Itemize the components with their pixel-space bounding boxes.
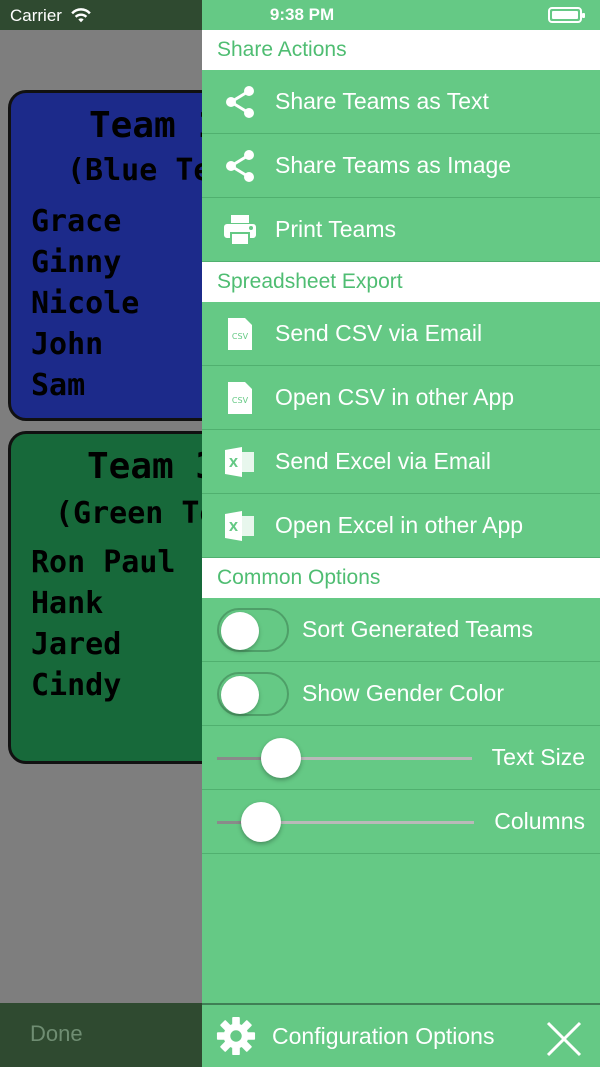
slider-label: Columns [494,808,585,834]
team-member: Jared [31,627,122,662]
bottom-toolbar-left: Done [0,1003,202,1067]
section-header-share: Share Actions [202,30,600,70]
close-icon[interactable] [544,1019,584,1059]
row-label: Open Excel in other App [275,512,524,538]
share-text-row[interactable]: Share Teams as Text [202,70,600,134]
row-label: Share Teams as Text [275,88,489,114]
share-icon [220,82,260,122]
columns-slider[interactable] [217,802,474,842]
team-member: Ron Paul [31,545,176,580]
team-member: John [31,327,104,362]
sort-teams-row: Sort Generated Teams [202,598,600,662]
open-excel-app-row[interactable]: X Open Excel in other App [202,494,600,558]
send-csv-email-row[interactable]: CSV Send CSV via Email [202,302,600,366]
svg-text:X: X [229,456,239,470]
team-member-list: Grace Ginny Nicole John Sam [31,201,139,406]
row-label: Open CSV in other App [275,384,515,410]
text-size-slider[interactable] [217,738,472,778]
status-time: 9:38 PM [269,5,335,24]
row-label: Send CSV via Email [275,320,483,346]
share-icon [220,146,260,186]
team-member: Sam [31,368,86,403]
carrier-label: Carrier [10,6,62,25]
section-header-common: Common Options [202,558,600,598]
excel-file-icon: X [220,506,260,546]
csv-file-icon: CSV [220,378,260,418]
toggle-label: Show Gender Color [302,680,504,706]
open-csv-app-row[interactable]: CSV Open CSV in other App [202,366,600,430]
send-excel-email-row[interactable]: X Send Excel via Email [202,430,600,494]
slider-thumb[interactable] [260,738,301,778]
team-member: Hank [31,586,104,621]
text-size-row: Text Size [202,726,600,790]
slider-thumb[interactable] [240,802,281,842]
print-teams-row[interactable]: Print Teams [202,198,600,262]
team-title: Team 3 [87,446,218,487]
csv-file-icon: CSV [220,314,260,354]
configuration-options-label: Configuration Options [272,1022,495,1049]
sort-teams-toggle[interactable] [217,607,289,652]
team-member: Grace [31,204,122,239]
status-bar-left: Carrier [0,0,202,30]
excel-file-icon: X [220,442,260,482]
toggle-label: Sort Generated Teams [302,616,533,642]
row-label: Print Teams [275,216,397,242]
team-member: Cindy [31,668,122,703]
section-header-export: Spreadsheet Export [202,262,600,302]
row-label: Send Excel via Email [275,448,492,474]
slider-label: Text Size [491,744,585,770]
share-image-row[interactable]: Share Teams as Image [202,134,600,198]
gender-color-toggle[interactable] [217,671,289,716]
team-title: Team 1 [89,105,220,146]
configuration-footer: Configuration Options [202,1003,600,1067]
team-member: Ginny [31,245,122,280]
printer-icon [220,210,260,250]
team-member: Nicole [31,286,140,321]
battery-icon [548,7,585,23]
carrier-status: Carrier [10,6,92,26]
svg-text:CSV: CSV [232,332,249,341]
columns-row: Columns [202,790,600,854]
team-member-list: Ron Paul Hank Jared Cindy [31,542,176,706]
svg-text:X: X [229,520,239,534]
row-label: Share Teams as Image [275,152,512,178]
gear-icon[interactable] [216,1016,256,1056]
wifi-icon [71,8,91,23]
options-drawer: 9:38 PM Share Actions Share Teams as Tex… [202,0,600,1067]
done-button[interactable]: Done [30,1021,83,1047]
svg-text:CSV: CSV [232,396,249,405]
gender-color-row: Show Gender Color [202,662,600,726]
